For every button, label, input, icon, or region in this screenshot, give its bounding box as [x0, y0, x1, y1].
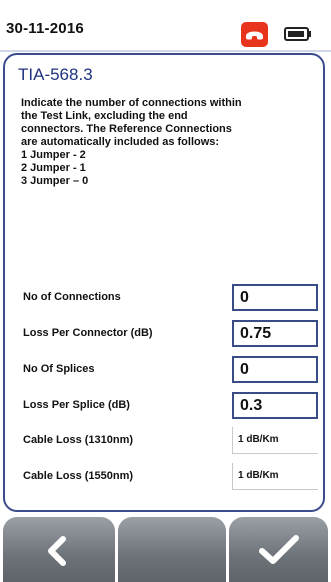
row-splices: No Of Splices 0	[0, 356, 331, 383]
loss-per-connector-input[interactable]: 0.75	[232, 320, 318, 347]
row-loss-per-connector: Loss Per Connector (dB) 0.75	[0, 320, 331, 347]
back-button[interactable]	[3, 517, 115, 582]
cable-loss-1310-value: 1 dB/Km	[238, 434, 279, 445]
row-connections: No of Connections 0	[0, 284, 331, 311]
date-label: 30-11-2016	[6, 20, 84, 37]
instruction-line: 1 Jumper - 2	[21, 149, 86, 161]
instruction-line: are automatically included as follows:	[21, 136, 220, 148]
cable-loss-1550-value: 1 dB/Km	[238, 470, 279, 481]
row-cable-loss-1310: Cable Loss (1310nm) 1 dB/Km	[0, 427, 331, 454]
row-loss-per-splice: Loss Per Splice (dB) 0.3	[0, 392, 331, 419]
status-bar: 30-11-2016	[0, 0, 331, 50]
cable-loss-1550-readout: 1 dB/Km	[232, 463, 318, 490]
instruction-line: 2 Jumper - 1	[21, 162, 86, 174]
loss-per-splice-input[interactable]: 0.3	[232, 392, 318, 419]
phone-hangup-icon[interactable]	[241, 22, 268, 47]
connections-label: No of Connections	[23, 291, 121, 303]
confirm-button[interactable]	[229, 517, 328, 582]
instructions-text: Indicate the number of connections withi…	[21, 97, 321, 188]
splices-value: 0	[240, 361, 249, 378]
connections-input[interactable]: 0	[232, 284, 318, 311]
battery-icon	[284, 27, 312, 41]
cable-loss-1550-label: Cable Loss (1550nm)	[23, 470, 134, 482]
instruction-line: connectors. The Reference Connections	[21, 123, 232, 135]
splices-input[interactable]: 0	[232, 356, 318, 383]
loss-per-connector-label: Loss Per Connector (dB)	[23, 327, 153, 339]
chevron-left-icon	[48, 536, 66, 566]
button-bar	[0, 517, 331, 582]
instruction-line: the Test Link, excluding the end	[21, 110, 188, 122]
connections-value: 0	[240, 289, 249, 306]
page-title: TIA-568.3	[18, 65, 93, 84]
cable-loss-1310-label: Cable Loss (1310nm)	[23, 434, 134, 446]
row-cable-loss-1550: Cable Loss (1550nm) 1 dB/Km	[0, 463, 331, 490]
cable-loss-1310-readout: 1 dB/Km	[232, 427, 318, 454]
blank-softkey-button[interactable]	[118, 517, 226, 582]
loss-per-connector-value: 0.75	[240, 325, 272, 342]
screen: 30-11-2016 TIA-568.3 Indicate the number…	[0, 0, 331, 582]
checkmark-icon	[259, 535, 299, 564]
splices-label: No Of Splices	[23, 363, 95, 375]
loss-per-splice-value: 0.3	[240, 397, 263, 414]
loss-per-splice-label: Loss Per Splice (dB)	[23, 399, 130, 411]
status-divider	[0, 50, 331, 52]
instruction-line: Indicate the number of connections withi…	[21, 97, 242, 109]
instruction-line: 3 Jumper – 0	[21, 175, 89, 187]
